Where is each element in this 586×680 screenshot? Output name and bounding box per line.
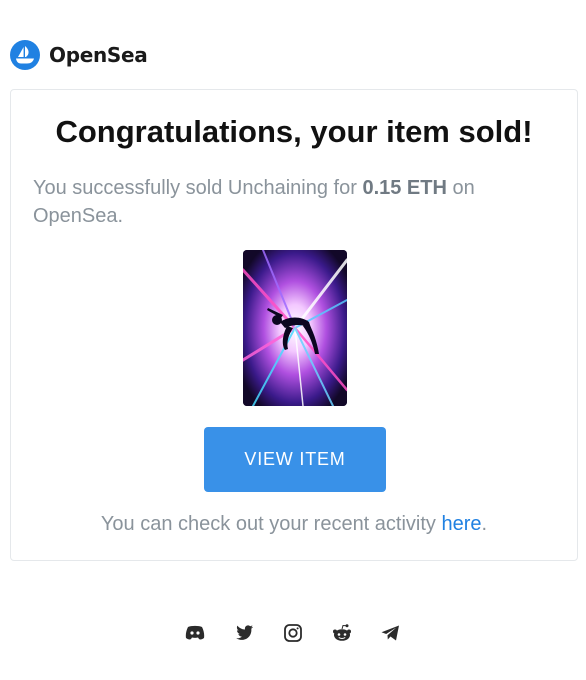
page-title: Congratulations, your item sold!	[55, 114, 533, 149]
footer-prefix: You can check out your recent activity	[100, 513, 442, 535]
sale-message: You successfully sold Unchaining for 0.1…	[33, 174, 555, 230]
discord-icon[interactable]	[184, 622, 205, 643]
view-item-button[interactable]: VIEW ITEM	[204, 427, 386, 492]
reddit-icon[interactable]	[331, 622, 352, 643]
activity-message: You can check out your recent activity h…	[11, 513, 577, 536]
activity-link[interactable]: here	[441, 513, 481, 535]
sale-price: 0.15 ETH	[362, 177, 447, 199]
sale-notification-card: Congratulations, your item sold! You suc…	[10, 89, 578, 561]
telegram-icon[interactable]	[380, 622, 401, 643]
footer-suffix: .	[481, 513, 488, 535]
brand-name: OpenSea	[49, 43, 148, 67]
header: OpenSea	[10, 40, 148, 70]
social-links	[184, 622, 401, 643]
nft-artwork-image[interactable]	[243, 250, 347, 406]
opensea-logo-icon[interactable]	[10, 40, 40, 70]
instagram-icon[interactable]	[282, 622, 303, 643]
message-prefix: You successfully sold Unchaining for	[33, 177, 363, 199]
twitter-icon[interactable]	[233, 622, 254, 643]
